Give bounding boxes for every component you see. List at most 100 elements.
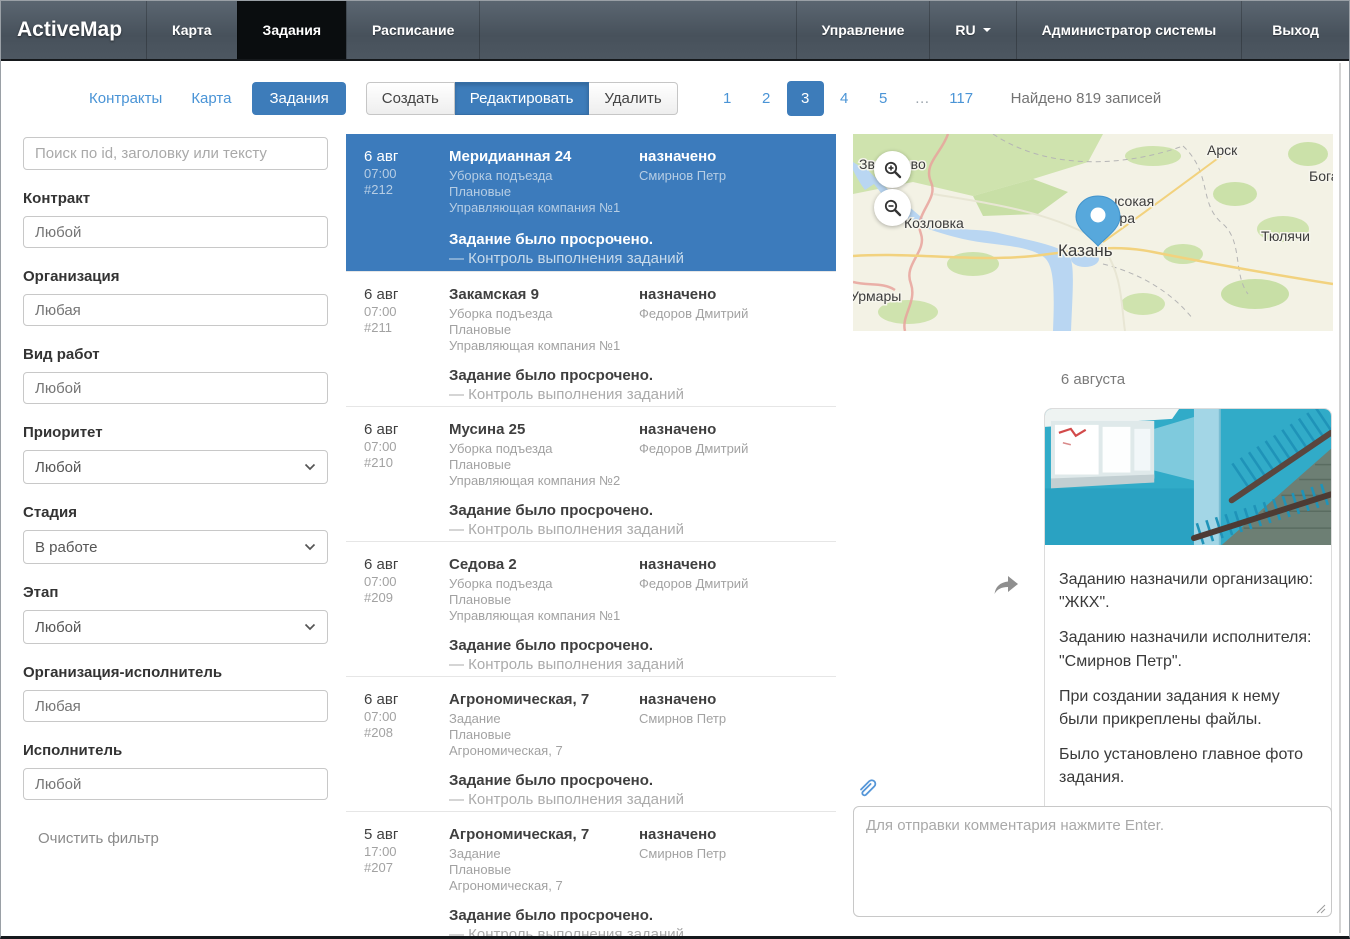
message-line: Было установлено главное фото задания.: [1059, 743, 1317, 789]
task-detail-panel: Звенигово Козловка Урмары Казань Высокая…: [853, 134, 1333, 936]
filter-executor[interactable]: Любой: [23, 768, 328, 800]
nav-spacer: [480, 1, 795, 59]
filter-label-phase: Этап: [23, 584, 328, 601]
nav-item-current-user[interactable]: Администратор системы: [1016, 1, 1242, 59]
nav-item-map[interactable]: Карта: [146, 1, 237, 59]
task-info: Меридианная 24 Уборка подъезда Плановые …: [449, 147, 639, 220]
filter-phase-select[interactable]: Любой: [23, 610, 328, 644]
app-window: ActiveMap Карта Задания Расписание Управ…: [0, 0, 1350, 939]
filter-contract-value: Любой: [35, 224, 81, 241]
delete-button[interactable]: Удалить: [589, 82, 677, 115]
page-117[interactable]: 117: [943, 81, 980, 116]
nav-item-tasks[interactable]: Задания: [237, 1, 346, 59]
message-body: Заданию назначили организацию: "ЖКХ". За…: [1045, 550, 1331, 790]
filter-label-executor: Исполнитель: [23, 742, 328, 759]
filter-executor-org-value: Любая: [35, 698, 81, 715]
task-row-208[interactable]: 6 авг 07:00 #208 Агрономическая, 7 Задан…: [346, 676, 836, 811]
zoom-out-icon: [883, 198, 903, 218]
brand-logo[interactable]: ActiveMap: [1, 1, 146, 59]
status-badge: назначено: [639, 420, 818, 439]
task-row-210[interactable]: 6 авг 07:00 #210 Мусина 25 Уборка подъез…: [346, 406, 836, 541]
forward-message-button[interactable]: [993, 574, 1019, 596]
filter-organization-value: Любая: [35, 302, 81, 319]
comment-input[interactable]: [853, 806, 1332, 917]
zoom-out-button[interactable]: [874, 189, 911, 226]
subheader-toolbar: Контракты Карта Задания Создать Редактир…: [1, 63, 1349, 134]
task-status-block: назначено Смирнов Петр: [639, 825, 818, 896]
task-datetime: 6 авг 07:00 #209: [364, 555, 449, 626]
task-datetime: 6 авг 07:00 #210: [364, 420, 449, 491]
task-status-block: назначено Федоров Дмитрий: [639, 420, 818, 491]
filter-contract[interactable]: Любой: [23, 216, 328, 248]
assignee-label: Смирнов Петр: [639, 711, 818, 727]
language-label: RU: [955, 22, 975, 38]
task-row-211[interactable]: 6 авг 07:00 #211 Закамская 9 Уборка подъ…: [346, 271, 836, 406]
filter-organization[interactable]: Любая: [23, 294, 328, 326]
zoom-in-button[interactable]: [874, 151, 911, 188]
message-line: Заданию назначили организацию: "ЖКХ".: [1059, 568, 1317, 614]
filter-work-type-value: Любой: [35, 380, 81, 397]
task-datetime: 5 авг 17:00 #207: [364, 825, 449, 896]
caret-down-icon: [983, 28, 991, 32]
top-navbar: ActiveMap Карта Задания Расписание Управ…: [1, 1, 1349, 61]
page-1[interactable]: 1: [709, 81, 746, 116]
task-row-207[interactable]: 5 авг 17:00 #207 Агрономическая, 7 Задан…: [346, 811, 836, 936]
map-label-kazan: Казань: [1058, 241, 1113, 260]
task-status-block: назначено Федоров Дмитрий: [639, 555, 818, 626]
nav-item-schedule[interactable]: Расписание: [346, 1, 480, 59]
task-datetime: 6 авг 07:00 #211: [364, 285, 449, 356]
filter-work-type[interactable]: Любой: [23, 372, 328, 404]
filter-executor-org[interactable]: Любая: [23, 690, 328, 722]
page-3-current[interactable]: 3: [787, 81, 824, 116]
task-list: 6 авг 07:00 #212 Меридианная 24 Уборка п…: [346, 134, 836, 936]
filter-phase-value: Любой: [35, 619, 81, 636]
message-line: При создании задания к нему были прикреп…: [1059, 685, 1317, 731]
main-menu: Карта Задания Расписание: [146, 1, 480, 59]
filter-priority-select[interactable]: Любой: [23, 450, 328, 484]
filter-stage-select[interactable]: В работе: [23, 530, 328, 564]
map-canvas: Звенигово Козловка Урмары Казань Высокая…: [853, 134, 1333, 331]
page-ellipsis: …: [904, 81, 941, 116]
task-row-212[interactable]: 6 авг 07:00 #212 Меридианная 24 Уборка п…: [346, 134, 836, 271]
scrollbar-track[interactable]: [1339, 63, 1341, 933]
create-button[interactable]: Создать: [366, 82, 455, 115]
result-count: Найдено 819 записей: [1011, 90, 1162, 107]
status-badge: назначено: [639, 147, 818, 166]
map-label-bogaty: Богаты: [1309, 168, 1333, 184]
nav-item-logout[interactable]: Выход: [1241, 1, 1349, 59]
task-datetime: 6 авг 07:00 #212: [364, 147, 449, 220]
filter-sidebar: Контракт Любой Организация Любая Вид раб…: [1, 134, 346, 936]
nav-item-management[interactable]: Управление: [796, 1, 930, 59]
nav-item-language[interactable]: RU: [929, 1, 1015, 59]
user-menu: Управление RU Администратор системы Выхо…: [796, 1, 1349, 59]
task-main-photo[interactable]: [1045, 409, 1331, 545]
edit-button[interactable]: Редактировать: [455, 82, 590, 115]
filter-label-contract: Контракт: [23, 190, 328, 207]
task-datetime: 6 авг 07:00 #208: [364, 690, 449, 761]
assignee-label: Федоров Дмитрий: [639, 576, 818, 592]
map-label-tyulyachi: Тюлячи: [1261, 228, 1310, 244]
message-line: Заданию назначили исполнителя: "Смирнов …: [1059, 626, 1317, 672]
filter-executor-value: Любой: [35, 776, 81, 793]
tab-tasks[interactable]: Задания: [252, 82, 345, 115]
assignee-label: Смирнов Петр: [639, 846, 818, 862]
task-row-209[interactable]: 6 авг 07:00 #209 Седова 2 Уборка подъезд…: [346, 541, 836, 676]
clear-filter-link[interactable]: Очистить фильтр: [38, 830, 159, 847]
chevron-down-icon: [304, 463, 316, 471]
tab-map[interactable]: Карта: [191, 90, 231, 107]
attach-file-button[interactable]: [856, 776, 880, 800]
task-location-map[interactable]: Звенигово Козловка Урмары Казань Высокая…: [853, 134, 1333, 331]
search-input[interactable]: [23, 137, 328, 170]
status-badge: назначено: [639, 825, 818, 844]
share-forward-icon: [993, 574, 1019, 596]
filter-label-stage: Стадия: [23, 504, 328, 521]
pagination: 1 2 3 4 5 … 117: [708, 81, 981, 116]
page-2[interactable]: 2: [748, 81, 785, 116]
task-info: Седова 2 Уборка подъезда Плановые Управл…: [449, 555, 639, 626]
map-label-arsk: Арск: [1207, 142, 1238, 158]
page-5[interactable]: 5: [865, 81, 902, 116]
task-info: Мусина 25 Уборка подъезда Плановые Управ…: [449, 420, 639, 491]
tab-contracts[interactable]: Контракты: [89, 90, 162, 107]
task-note: Задание было просрочено. — Контроль выпо…: [449, 501, 818, 541]
page-4[interactable]: 4: [826, 81, 863, 116]
